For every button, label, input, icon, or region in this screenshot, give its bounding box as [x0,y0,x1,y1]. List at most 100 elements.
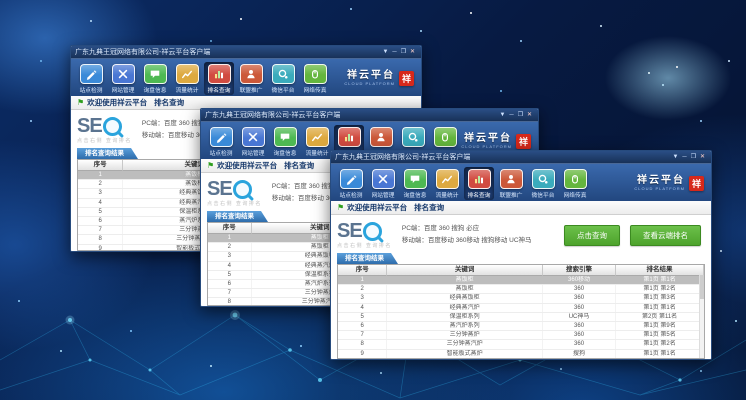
table-row[interactable]: 3经典蒸饭柜360第1页 第3名 [338,294,704,303]
cloud-ranking-button[interactable]: 查看云端排名 [630,225,701,246]
toolbar-item-wechat[interactable]: 微信平台 [528,167,558,200]
promotion-icon [500,169,523,189]
action-buttons: 点击查询 查看云端排名 [564,225,701,246]
minimize-icon[interactable]: ─ [680,152,689,162]
toolbar-item-promotion[interactable]: 联盟推广 [496,167,526,200]
table-cell: 蒸饭柜 [387,276,543,284]
inquiry-icon [274,127,297,147]
toolbar-item-site-manage[interactable]: 网站管理 [238,125,268,158]
toolbar-item-label: 排名查询 [208,85,231,94]
toolbar-item-site-check[interactable]: 站点检测 [76,62,106,95]
welcome-text: 欢迎使用祥云平台 [217,160,277,171]
minimize-icon[interactable]: ─ [507,110,516,120]
table-cell: UC神马 [543,313,616,321]
table-cell: 4 [338,304,387,312]
query-button[interactable]: 点击查询 [564,225,620,246]
table-row[interactable]: 4经典蒸汽炉360第1页 第1名 [338,304,704,313]
seo-logo-text: SE [207,179,232,199]
table-cell: 3 [208,252,252,260]
table-row[interactable]: 6蒸汽炉系列360第1页 第9名 [338,322,704,331]
table-cell: 8 [78,235,123,243]
app-window-front: 广东九典王冠网络有限公司-祥云平台客户端 ▼ ─ ❐ ✕ 站点检测网站管理询盘信… [330,150,712,360]
table-row[interactable]: 2蒸饭柜360第1页 第2名 [338,285,704,294]
toolbar-item-inquiry[interactable]: 询盘信息 [270,125,300,158]
toolbar-item-inquiry[interactable]: 询盘信息 [400,167,430,200]
table-cell: 4 [78,199,123,207]
brand-logo: 祥云平台 CLOUD PLATFORM 祥 [634,176,706,191]
table-cell: 第1页 第9名 [616,322,704,330]
results-tab[interactable]: 排名查询结果 [77,148,138,159]
window-titlebar[interactable]: 广东九典王冠网络有限公司-祥云平台客户端 ▼ ─ ❐ ✕ [201,109,538,121]
toolbar-item-traffic-stats[interactable]: 流量统计 [432,167,462,200]
toolbar-item-mouse[interactable]: 网络传真 [560,167,590,200]
window-titlebar[interactable]: 广东九典王冠网络有限公司-祥云平台客户端 ▼ ─ ❐ ✕ [331,151,711,163]
maximize-icon[interactable]: ❐ [399,47,408,57]
table-body: 1蒸饭柜360移动第1页 第1名2蒸饭柜360第1页 第2名3经典蒸饭柜360第… [338,276,704,359]
toolbar-item-wechat[interactable]: 微信平台 [268,62,298,95]
window-title: 广东九典王冠网络有限公司-祥云平台客户端 [335,152,470,162]
table-cell: 6 [208,280,252,288]
toolbar-item-promotion[interactable]: 联盟推广 [236,62,266,95]
seo-logo-text: SE [77,116,102,136]
table-cell: 3 [338,294,387,302]
brand-logo: 祥云平台 CLOUD PLATFORM 祥 [461,134,533,149]
close-icon[interactable]: ✕ [698,152,707,162]
table-cell: 7 [338,331,387,339]
table-cell: 9 [78,245,123,252]
table-scrollbar[interactable] [699,275,704,358]
table-cell: 360 [543,322,616,330]
table-row[interactable]: 9智能板式蒸炉搜狗第1页 第1名 [338,350,704,359]
table-row[interactable]: 7三分钟蒸炉360第1页 第5名 [338,331,704,340]
toolbar-item-site-check[interactable]: 站点检测 [206,125,236,158]
table-cell: 9 [338,350,387,358]
skin-icon[interactable]: ▼ [381,47,390,57]
window-controls: ▼ ─ ❐ ✕ [671,152,707,162]
magnifier-icon [103,117,122,136]
table-cell: 第1页 第5名 [616,331,704,339]
maximize-icon[interactable]: ❐ [689,152,698,162]
results-tab[interactable]: 排名查询结果 [337,253,398,264]
toolbar-item-label: 微信平台 [532,190,555,199]
table-cell: 360 [543,285,616,293]
results-tab[interactable]: 排名查询结果 [207,211,268,222]
maximize-icon[interactable]: ❐ [516,110,525,120]
site-manage-icon [112,64,135,84]
brand-seal-icon: 祥 [689,176,704,191]
table-row[interactable]: 1蒸饭柜360移动第1页 第1名 [338,276,704,285]
minimize-icon[interactable]: ─ [390,47,399,57]
toolbar-item-label: 站点检测 [80,85,103,94]
toolbar-item-ranking[interactable]: 排名查询 [204,62,234,95]
mobile-engines-line: 移动端：百度移动 360移动 搜狗移动 UC神马 [402,235,532,247]
promotion-icon [240,64,263,84]
toolbar-item-label: 网站管理 [372,190,395,199]
brand-seal-icon: 祥 [399,71,414,86]
table-cell: 蒸汽炉系列 [387,322,543,330]
table-cell: 三分钟蒸炉 [387,331,543,339]
toolbar-item-site-manage[interactable]: 网站管理 [368,167,398,200]
toolbar-item-inquiry[interactable]: 询盘信息 [140,62,170,95]
magnifier-icon [233,180,252,199]
table-cell: 360 [543,304,616,312]
table-row[interactable]: 8三分钟蒸汽炉360第1页 第2名 [338,340,704,349]
flag-icon: ⚑ [77,99,84,107]
scrollbar-thumb[interactable] [700,275,704,299]
skin-icon[interactable]: ▼ [671,152,680,162]
toolbar-item-mouse[interactable]: 网络传真 [300,62,330,95]
welcome-bar: ⚑ 欢迎使用祥云平台 排名查询 [331,201,711,215]
toolbar-item-site-check[interactable]: 站点检测 [336,167,366,200]
window-titlebar[interactable]: 广东九典王冠网络有限公司-祥云平台客户端 ▼ ─ ❐ ✕ [71,46,421,58]
toolbar-item-traffic-stats[interactable]: 流量统计 [302,125,332,158]
close-icon[interactable]: ✕ [408,47,417,57]
ranking-icon [338,127,361,147]
close-icon[interactable]: ✕ [525,110,534,120]
toolbar-item-traffic-stats[interactable]: 流量统计 [172,62,202,95]
skin-icon[interactable]: ▼ [498,110,507,120]
column-header: 搜索引擎 [543,265,616,276]
pc-engines-line: PC端：百度 360 搜狗 必应 [402,223,532,235]
site-check-icon [340,169,363,189]
table-row[interactable]: 5保温柜系列UC神马第2页 第11名 [338,313,704,322]
toolbar-item-site-manage[interactable]: 网站管理 [108,62,138,95]
toolbar-item-ranking[interactable]: 排名查询 [464,167,494,200]
welcome-text: 欢迎使用祥云平台 [87,97,147,108]
brand-name: 祥云平台 [461,134,512,144]
